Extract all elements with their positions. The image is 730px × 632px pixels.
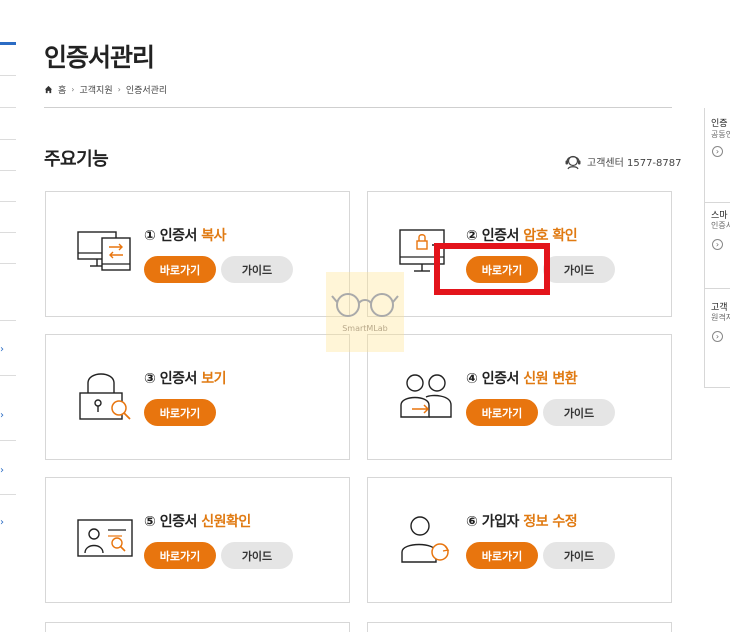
guide-button[interactable]: 가이드 — [221, 542, 293, 569]
go-button[interactable]: 바로가기 — [144, 256, 216, 283]
card-title: ③ 인증서 보기 — [144, 371, 227, 387]
user-refresh-icon — [401, 516, 450, 563]
highlight-box — [434, 243, 550, 295]
sidebar-active-bar — [0, 42, 16, 45]
sidebar-divider — [0, 232, 16, 233]
customer-center: 고객센터 1577-8787 — [562, 150, 682, 172]
breadcrumb-current: 인증서관리 — [125, 86, 168, 96]
watermark: SmartMLab — [326, 272, 404, 352]
go-button[interactable]: 바로가기 — [466, 542, 538, 569]
sidebar-divider — [0, 170, 16, 171]
card-partial — [367, 622, 672, 632]
sidebar-divider — [0, 201, 16, 202]
card-cert-view: ③ 인증서 보기 바로가기 — [45, 334, 350, 460]
breadcrumb: 홈 › 고객지원 › 인증서관리 — [44, 83, 167, 96]
guide-button[interactable]: 가이드 — [543, 399, 615, 426]
chevron-right-icon: › — [71, 85, 75, 94]
section-title: 주요기능 — [44, 149, 109, 170]
glasses-logo-icon — [331, 293, 399, 317]
guide-button[interactable]: 가이드 — [543, 256, 615, 283]
side-item-sub: 원격지 — [711, 313, 730, 322]
go-button[interactable]: 바로가기 — [144, 399, 216, 426]
page-title: 인증서관리 — [44, 43, 155, 72]
header-divider — [44, 107, 672, 108]
chevron-right-icon[interactable]: › — [0, 411, 4, 421]
breadcrumb-home[interactable]: 홈 — [58, 83, 66, 96]
lock-magnifier-icon — [79, 373, 131, 420]
customer-center-text: 고객센터 1577-8787 — [587, 157, 682, 169]
card-cert-identity-change: ④ 인증서 신원 변환 바로가기 가이드 — [367, 334, 672, 460]
guide-button[interactable]: 가이드 — [221, 256, 293, 283]
sidebar-divider — [0, 263, 16, 264]
headset-agent-icon — [565, 155, 581, 170]
sidebar-divider — [0, 107, 16, 108]
chevron-right-icon[interactable]: › — [0, 345, 4, 355]
watermark-text: SmartMLab — [342, 324, 388, 333]
side-divider — [705, 288, 730, 289]
card-title: ② 인증서 암호 확인 — [466, 228, 578, 244]
right-side-panel: 인증 공동인 › 스마 인증서 › 고객 원격지 › — [704, 108, 730, 388]
two-person-transfer-icon — [400, 374, 452, 418]
breadcrumb-support[interactable]: 고객지원 — [79, 83, 112, 96]
card-title: ④ 인증서 신원 변환 — [466, 371, 578, 387]
home-icon[interactable] — [44, 85, 53, 94]
sidebar-divider — [0, 494, 16, 495]
chevron-right-icon[interactable]: › — [0, 518, 4, 528]
computer-transfer-icon — [77, 231, 131, 271]
card-cert-copy: ① 인증서 복사 바로가기 가이드 — [45, 191, 350, 317]
chevron-right-icon[interactable]: › — [712, 331, 723, 342]
card-title: ① 인증서 복사 — [144, 228, 227, 244]
sidebar-divider — [0, 440, 16, 441]
chevron-right-icon: › — [117, 85, 121, 94]
chevron-right-icon[interactable]: › — [712, 146, 723, 157]
sidebar-divider — [0, 139, 16, 140]
card-cert-identity-check: ⑤ 인증서 신원확인 바로가기 가이드 — [45, 477, 350, 603]
sidebar-divider — [0, 375, 16, 376]
card-subscriber-info-edit: ⑥ 가입자 정보 수정 바로가기 가이드 — [367, 477, 672, 603]
left-sidebar: › › › › — [0, 0, 16, 629]
side-item-sub: 공동인 — [711, 130, 730, 139]
side-item-sub: 인증서 — [711, 221, 730, 230]
id-card-check-icon — [77, 519, 133, 557]
guide-button[interactable]: 가이드 — [543, 542, 615, 569]
card-title: ⑥ 가입자 정보 수정 — [466, 514, 578, 530]
card-partial — [45, 622, 350, 632]
side-item-title[interactable]: 인증 — [711, 116, 730, 129]
chevron-right-icon[interactable]: › — [712, 239, 723, 250]
side-divider — [705, 202, 730, 203]
sidebar-divider — [0, 75, 16, 76]
side-divider — [705, 387, 730, 388]
chevron-right-icon[interactable]: › — [0, 466, 4, 476]
card-title: ⑤ 인증서 신원확인 — [144, 514, 251, 530]
go-button[interactable]: 바로가기 — [466, 399, 538, 426]
go-button[interactable]: 바로가기 — [144, 542, 216, 569]
sidebar-divider — [0, 320, 16, 321]
